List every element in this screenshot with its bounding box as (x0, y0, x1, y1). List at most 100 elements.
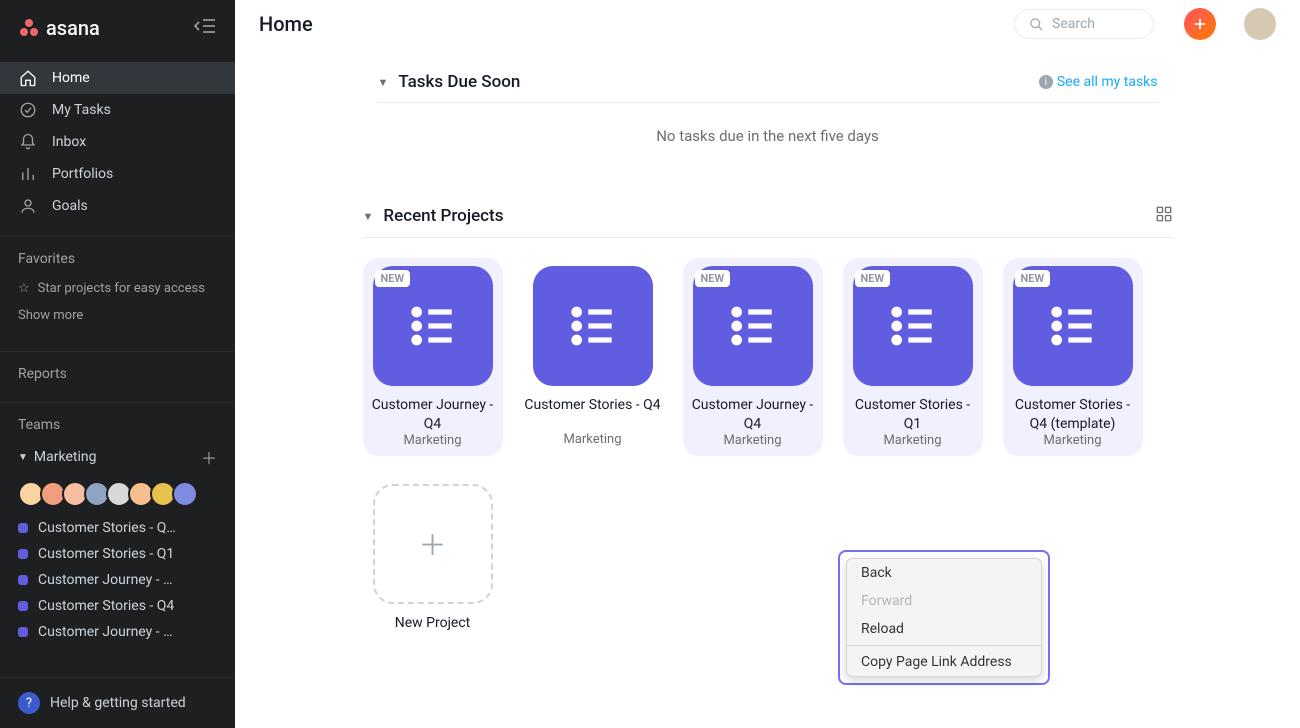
sidebar-project[interactable]: Customer Journey - … (0, 567, 235, 593)
favorites-hint: ☆ Star projects for easy access (0, 273, 235, 304)
ctx-reload[interactable]: Reload (847, 615, 1041, 643)
project-name: Customer Stories - Q4 (38, 598, 174, 614)
section-title: Tasks Due Soon (398, 72, 520, 92)
ctx-separator (847, 645, 1041, 646)
help-label: Help & getting started (50, 695, 186, 711)
nav-label: Inbox (52, 134, 86, 150)
brand-logo[interactable]: asana (18, 16, 100, 40)
plus-icon (1192, 16, 1208, 32)
reports-header[interactable]: Reports (0, 351, 235, 388)
list-icon (405, 298, 461, 354)
favorites-showmore[interactable]: Show more (0, 304, 235, 337)
team-name: Marketing (34, 449, 97, 465)
search-placeholder: Search (1052, 16, 1095, 32)
project-tile[interactable]: NEW Customer Journey - Q4 Marketing (363, 258, 503, 455)
topbar: Home Search (235, 0, 1300, 48)
new-project-label: New Project (395, 614, 471, 632)
avatar[interactable] (172, 481, 198, 507)
search-icon (1029, 17, 1044, 32)
new-project-tile[interactable]: ＋ New Project (363, 476, 503, 632)
ctx-forward: Forward (847, 587, 1041, 615)
nav-inbox[interactable]: Inbox (0, 126, 235, 158)
primary-nav: Home My Tasks Inbox Portfolios Goals (0, 56, 235, 222)
info-icon: i (1039, 75, 1053, 89)
favorites-hint-text: Star projects for easy access (38, 281, 205, 296)
see-all-tasks-link[interactable]: i See all my tasks (1039, 74, 1158, 90)
list-icon (725, 298, 781, 354)
new-badge: NEW (375, 270, 411, 287)
page-title: Home (259, 12, 313, 36)
project-team: Marketing (563, 432, 621, 447)
project-team: Marketing (723, 433, 781, 448)
nav-mytasks[interactable]: My Tasks (0, 94, 235, 126)
context-menu: Back Forward Reload Copy Page Link Addre… (846, 558, 1042, 677)
see-all-label: See all my tasks (1057, 74, 1158, 90)
ctx-back[interactable]: Back (847, 559, 1041, 587)
project-name: Customer Stories - Q4 (524, 396, 660, 432)
project-tiles: NEW Customer Journey - Q4 Marketing Cust… (363, 238, 1173, 632)
project-tile-icon (533, 266, 653, 386)
project-name: Customer Stories - Q1 (851, 396, 975, 432)
new-badge: NEW (695, 270, 731, 287)
star-icon: ☆ (18, 281, 30, 296)
project-name: Customer Journey - Q4 (691, 396, 815, 432)
global-add-button[interactable] (1184, 8, 1216, 40)
nav-home[interactable]: Home (0, 62, 235, 94)
main-area: Home Search ▼ Tasks Due Soon i See all m… (235, 0, 1300, 728)
new-badge: NEW (855, 270, 891, 287)
nav-portfolios[interactable]: Portfolios (0, 158, 235, 190)
nav-goals[interactable]: Goals (0, 190, 235, 222)
team-avatars (0, 475, 235, 515)
asana-logo-icon (18, 17, 40, 39)
ctx-copy-link[interactable]: Copy Page Link Address (847, 648, 1041, 676)
list-icon (885, 298, 941, 354)
project-name: Customer Journey - … (38, 572, 172, 588)
sidebar-project[interactable]: Customer Stories - Q… (0, 515, 235, 541)
caret-down-icon: ▼ (18, 452, 28, 463)
project-color-dot (18, 549, 28, 559)
list-icon (565, 298, 621, 354)
check-circle-icon (18, 101, 38, 119)
project-tile[interactable]: NEW Customer Stories - Q4 (template) Mar… (1003, 258, 1143, 455)
sidebar-project[interactable]: Customer Stories - Q4 (0, 593, 235, 619)
favorites-header: Favorites (0, 236, 235, 273)
project-name: Customer Stories - Q… (38, 520, 176, 536)
new-badge: NEW (1015, 270, 1051, 287)
nav-label: Home (52, 70, 90, 86)
project-name: Customer Journey - Q4 (371, 396, 495, 432)
home-icon (18, 69, 38, 87)
nav-label: My Tasks (52, 102, 111, 118)
user-avatar[interactable] (1244, 8, 1276, 40)
search-input[interactable]: Search (1014, 9, 1154, 39)
teams-header: Teams (0, 402, 235, 439)
sidebar-collapse-icon[interactable] (193, 16, 217, 40)
bars-icon (18, 165, 38, 183)
project-color-dot (18, 523, 28, 533)
caret-down-icon[interactable]: ▼ (363, 210, 374, 223)
project-team: Marketing (1043, 433, 1101, 448)
project-name: Customer Stories - Q1 (38, 546, 174, 562)
brand-name: asana (46, 16, 100, 40)
add-project-icon[interactable]: ＋ (201, 445, 217, 469)
help-link[interactable]: ? Help & getting started (0, 677, 235, 728)
nav-label: Goals (52, 198, 88, 214)
sidebar-project[interactable]: Customer Journey - … (0, 619, 235, 645)
new-project-square: ＋ (373, 484, 493, 604)
sidebar-project[interactable]: Customer Stories - Q1 (0, 541, 235, 567)
bell-icon (18, 133, 38, 151)
project-team: Marketing (403, 433, 461, 448)
tasks-due-section: ▼ Tasks Due Soon i See all my tasks No t… (378, 72, 1158, 169)
section-title: Recent Projects (383, 206, 503, 226)
project-tile[interactable]: Customer Stories - Q4 Marketing (523, 258, 663, 455)
grid-view-icon[interactable] (1155, 205, 1173, 227)
team-row-marketing[interactable]: ▼ Marketing ＋ (0, 439, 235, 475)
sidebar-top: asana (0, 0, 235, 56)
project-tile[interactable]: NEW Customer Stories - Q1 Marketing (843, 258, 983, 455)
caret-down-icon[interactable]: ▼ (378, 76, 389, 89)
person-icon (18, 197, 38, 215)
nav-label: Portfolios (52, 166, 113, 182)
list-icon (1045, 298, 1101, 354)
project-color-dot (18, 627, 28, 637)
context-menu-highlight: Back Forward Reload Copy Page Link Addre… (838, 550, 1050, 685)
project-tile[interactable]: NEW Customer Journey - Q4 Marketing (683, 258, 823, 455)
